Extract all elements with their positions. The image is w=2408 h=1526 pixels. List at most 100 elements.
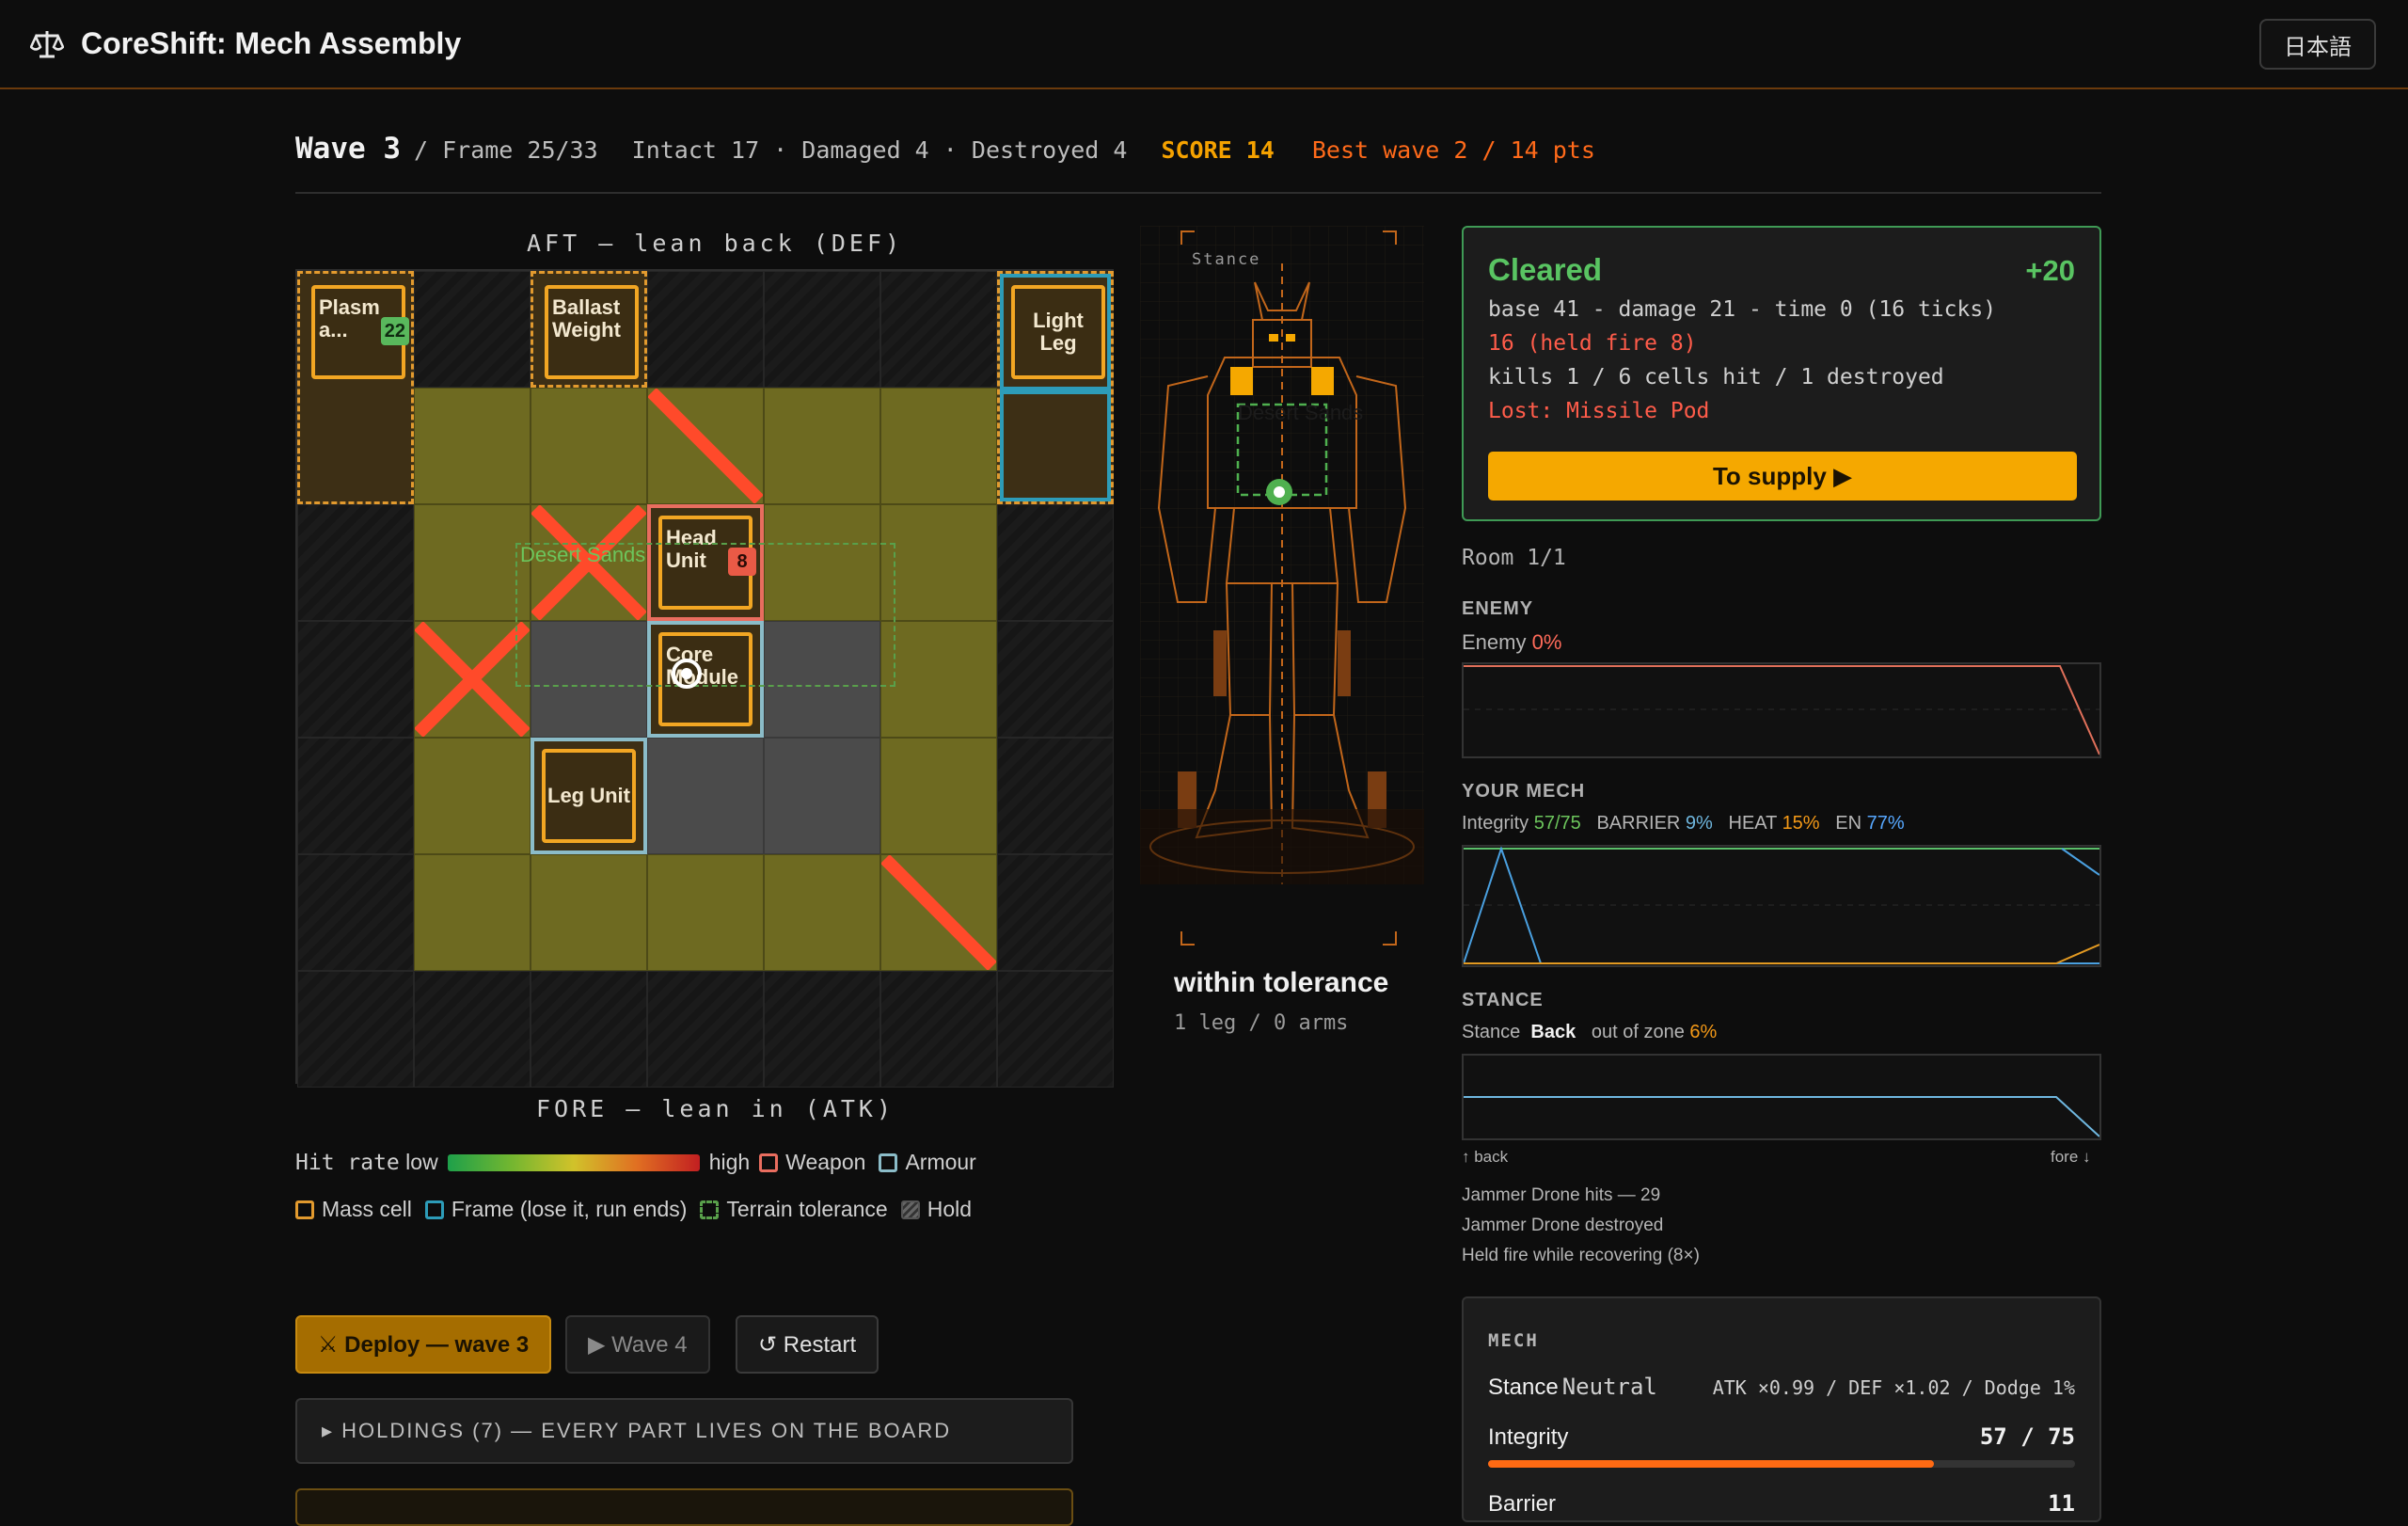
part-plasma[interactable]: Plasm a... 22 xyxy=(311,285,409,379)
legend-weapon: Weapon xyxy=(785,1150,866,1174)
stance-row-stats: ATK ×0.99 / DEF ×1.02 / Dodge 1% xyxy=(1712,1376,2075,1399)
board-cell[interactable] xyxy=(880,621,997,738)
frame-cell[interactable]: Light Leg xyxy=(1000,274,1111,390)
destroyed-cell[interactable] xyxy=(414,621,531,738)
board-cell[interactable] xyxy=(531,388,647,504)
legend-hold: Hold xyxy=(927,1197,973,1221)
damaged-cell[interactable] xyxy=(880,854,997,971)
board-cell[interactable] xyxy=(764,271,880,388)
scales-icon xyxy=(30,30,64,57)
board-cell[interactable] xyxy=(880,504,997,621)
armour-cell[interactable]: Leg Unit xyxy=(531,738,647,854)
mech-card: MECH Stance Neutral ATK ×0.99 / DEF ×1.0… xyxy=(1462,1296,2101,1522)
board-cell[interactable] xyxy=(297,504,414,621)
result-lost: Lost: Missile Pod xyxy=(1488,399,1710,423)
app-title: CoreShift: Mech Assembly xyxy=(81,26,462,60)
legend-row-2: Mass cell Frame (lose it, run ends) Terr… xyxy=(295,1197,972,1222)
wave-status-bar: Wave 3 / Frame 25/33 Intact 17 · Damaged… xyxy=(295,132,2101,194)
board-cell[interactable] xyxy=(880,388,997,504)
board-cell[interactable] xyxy=(297,621,414,738)
result-breakdown: base 41 - damage 21 - time 0 (16 ticks) xyxy=(1488,297,1997,322)
board-cell[interactable] xyxy=(997,971,1114,1088)
enemy-heading: ENEMY xyxy=(1462,598,1534,619)
board-cell[interactable] xyxy=(764,971,880,1088)
stance-row: Stance Neutral ATK ×0.99 / DEF ×1.02 / D… xyxy=(1488,1374,2075,1401)
legend-low: low xyxy=(405,1150,438,1174)
mech-terrain-label: Desert Sands xyxy=(1238,401,1364,424)
mech-chart xyxy=(1462,845,2101,967)
board-cell[interactable] xyxy=(414,388,531,504)
board-cell[interactable] xyxy=(647,271,764,388)
damage-slash xyxy=(881,855,996,970)
board-cell[interactable] xyxy=(647,854,764,971)
part-leg-unit[interactable]: Leg Unit xyxy=(542,749,636,843)
board-cell[interactable] xyxy=(764,388,880,504)
next-wave-button[interactable]: ▶ Wave 4 xyxy=(565,1315,710,1374)
board-cell[interactable] xyxy=(997,504,1114,621)
armour-swatch xyxy=(879,1152,898,1172)
legend-armour: Armour xyxy=(905,1150,976,1174)
result-points: +20 xyxy=(2025,254,2075,287)
stance-row-value: Neutral xyxy=(1561,1374,1657,1400)
mass-cell[interactable]: Plasm a... 22 xyxy=(297,271,414,504)
board-cell[interactable] xyxy=(414,504,531,621)
aft-label: AFT — lean back (DEF) xyxy=(527,230,904,257)
heat-value: 15% xyxy=(1782,813,1820,834)
result-title: Cleared xyxy=(1488,252,1603,287)
result-kills: kills 1 / 6 cells hit / 1 destroyed xyxy=(1488,365,1944,389)
barrier-value: 9% xyxy=(1685,813,1713,834)
legend-hit-rate: Hit rate xyxy=(295,1150,400,1175)
board-cell[interactable] xyxy=(414,738,531,854)
hold-cell[interactable] xyxy=(764,738,880,854)
board-cell[interactable] xyxy=(297,854,414,971)
en-value: 77% xyxy=(1866,813,1905,834)
mass-cell[interactable]: Light Leg xyxy=(997,271,1114,504)
hit-rate-gradient xyxy=(447,1153,700,1171)
part-ballast-weight[interactable]: Ballast Weight xyxy=(545,285,639,379)
stance-fore-label: fore ↓ xyxy=(2051,1148,2091,1166)
board-cell[interactable] xyxy=(997,738,1114,854)
damaged-cell[interactable] xyxy=(647,388,764,504)
board-cell[interactable] xyxy=(414,854,531,971)
mass-cell[interactable]: Ballast Weight xyxy=(531,271,647,388)
board-cell[interactable] xyxy=(997,621,1114,738)
stance-back-label: ↑ back xyxy=(1462,1148,1509,1166)
stance-status: Stance Back out of zone 6% xyxy=(1462,1022,1717,1043)
stance-view-label: Stance xyxy=(1192,250,1261,269)
zone-label: out of zone xyxy=(1591,1022,1685,1042)
language-button[interactable]: 日本語 xyxy=(2259,19,2376,70)
result-held-fire: 16 (held fire 8) xyxy=(1488,331,1697,356)
board-cell[interactable] xyxy=(414,271,531,388)
your-mech-heading: YOUR MECH xyxy=(1462,781,1586,802)
board-cell[interactable] xyxy=(764,854,880,971)
stance-row-label: Stance xyxy=(1488,1375,1559,1400)
board-cell[interactable] xyxy=(880,271,997,388)
stance-label: Stance xyxy=(1462,1022,1521,1042)
restart-button[interactable]: ↺ Restart xyxy=(736,1315,879,1374)
board-cell[interactable] xyxy=(880,971,997,1088)
board-cell[interactable] xyxy=(647,971,764,1088)
board-cell[interactable] xyxy=(297,971,414,1088)
to-supply-button[interactable]: To supply ▶ xyxy=(1488,452,2077,501)
board-cell[interactable] xyxy=(531,971,647,1088)
frame-cell[interactable] xyxy=(1000,390,1111,501)
mech-view: Stance Desert Sands xyxy=(1140,226,1424,950)
board-cell[interactable] xyxy=(997,854,1114,971)
log-item: Jammer Drone hits — 29 xyxy=(1462,1185,1661,1205)
app-header: CoreShift: Mech Assembly 日本語 xyxy=(0,0,2408,89)
holdings-toggle[interactable]: ▸ HOLDINGS (7) — EVERY PART LIVES ON THE… xyxy=(295,1398,1073,1464)
board-cell[interactable] xyxy=(531,854,647,971)
integrity-row-label: Integrity xyxy=(1488,1424,1569,1450)
stance-chart xyxy=(1462,1054,2101,1140)
board-cell[interactable] xyxy=(880,738,997,854)
part-light-leg[interactable]: Light Leg xyxy=(1011,285,1105,379)
fore-label: FORE — lean in (ATK) xyxy=(536,1095,895,1122)
integrity-label: Integrity xyxy=(1462,813,1529,834)
board-cell[interactable] xyxy=(297,738,414,854)
board-cell[interactable] xyxy=(414,971,531,1088)
part-name: Light Leg xyxy=(1033,309,1084,355)
integrity-bar xyxy=(1488,1460,2075,1468)
hold-cell[interactable] xyxy=(647,738,764,854)
deploy-button[interactable]: ⚔ Deploy — wave 3 xyxy=(295,1315,552,1374)
mech-vitals: Integrity 57/75 BARRIER 9% HEAT 15% EN 7… xyxy=(1462,813,1905,835)
